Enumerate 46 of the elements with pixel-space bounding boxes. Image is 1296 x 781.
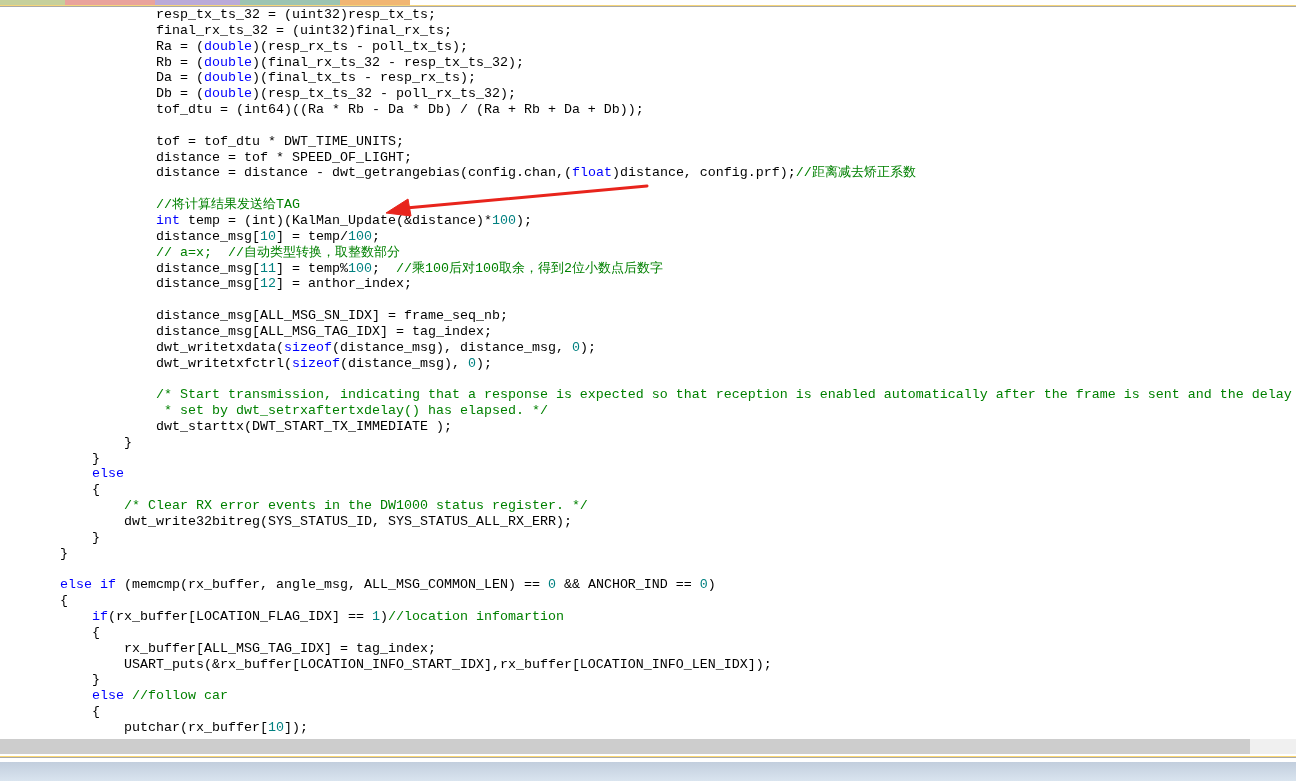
document-tab[interactable] bbox=[340, 0, 410, 5]
code-line: Rb = (double)(final_rx_ts_32 - resp_tx_ts_32); bbox=[154, 54, 525, 71]
code-line: distance_msg[11] = temp%100; //乘100后对100取余，得到2位小数点后数字 bbox=[154, 260, 664, 277]
code-line: final_rx_ts_32 = (uint32)final_rx_ts; bbox=[154, 22, 453, 39]
code-line: distance = distance - dwt_getrangebias(config.chan,(float)distance, config.prf);//距离减去矫正系数 bbox=[154, 165, 917, 182]
code-line: { bbox=[91, 624, 101, 641]
code-line: dwt_writetxdata(sizeof(distance_msg), distance_msg, 0); bbox=[154, 339, 597, 356]
code-line: Db = (double)(resp_tx_ts_32 - poll_rx_ts_32); bbox=[154, 86, 517, 103]
code-line: Ra = (double)(resp_rx_ts - poll_tx_ts); bbox=[154, 38, 469, 55]
code-line: tof_dtu = (int64)((Ra * Rb - Da * Db) / (Ra + Rb + Da + Db)); bbox=[154, 102, 645, 118]
code-line: /* Start transmission, indicating that a response is expected so that reception is enabled automatically after the frame is sent and the delay bbox=[154, 387, 1293, 404]
code-line: // a=x; //自动类型转换，取整数部分 bbox=[154, 244, 401, 261]
document-tab[interactable] bbox=[240, 0, 340, 5]
code-line: tof = tof_dtu * DWT_TIME_UNITS; bbox=[154, 133, 405, 150]
code-line: distance = tof * SPEED_OF_LIGHT; bbox=[154, 149, 413, 166]
code-line: distance_msg[10] = temp/100; bbox=[154, 228, 381, 245]
code-line: } bbox=[91, 450, 101, 467]
code-line: * set by dwt_setrxaftertxdelay() has elapsed. */ bbox=[162, 403, 549, 419]
code-line: distance_msg[ALL_MSG_TAG_IDX] = tag_index; bbox=[154, 323, 493, 340]
code-line: { bbox=[91, 704, 101, 720]
code-line: //将计算结果发送给TAG bbox=[154, 197, 301, 213]
code-line: dwt_write32bitreg(SYS_STATUS_ID, SYS_STATUS_ALL_RX_ERR); bbox=[122, 514, 573, 530]
code-line: distance_msg[ALL_MSG_SN_IDX] = frame_seq_nb; bbox=[154, 308, 509, 324]
code-line: dwt_writetxfctrl(sizeof(distance_msg), 0); bbox=[154, 355, 493, 372]
code-line: USART_puts(&rx_buffer[LOCATION_INFO_START_IDX],rx_buffer[LOCATION_INFO_LEN_IDX]); bbox=[122, 656, 773, 673]
code-line: { bbox=[59, 593, 69, 610]
document-tab[interactable] bbox=[0, 0, 65, 5]
code-line: dwt_starttx(DWT_START_TX_IMMEDIATE ); bbox=[154, 418, 453, 435]
code-line: if(rx_buffer[LOCATION_FLAG_IDX] == 1)//location infomartion bbox=[91, 609, 565, 625]
code-line: distance_msg[12] = anthor_index; bbox=[154, 276, 413, 293]
code-line: rx_buffer[ALL_MSG_TAG_IDX] = tag_index; bbox=[122, 640, 437, 657]
document-tab[interactable] bbox=[65, 0, 155, 5]
code-line: } bbox=[59, 545, 69, 562]
document-tab[interactable] bbox=[155, 0, 240, 5]
code-line: else if (memcmp(rx_buffer, angle_msg, ALL_MSG_COMMON_LEN) == 0 && ANCHOR_IND == 0) bbox=[59, 577, 717, 594]
code-line: Da = (double)(final_tx_ts - resp_rx_ts); bbox=[154, 70, 477, 87]
code-line: else //follow car bbox=[91, 688, 229, 705]
code-line: } bbox=[91, 529, 101, 546]
code-line: int temp = (int)(KalMan_Update(&distance)*100); bbox=[154, 212, 533, 229]
code-line: putchar(rx_buffer[10]); bbox=[122, 719, 309, 736]
code-line: } bbox=[122, 434, 133, 451]
code-line: else bbox=[91, 466, 125, 483]
code-line: { bbox=[91, 482, 101, 499]
code-line: } bbox=[91, 672, 101, 689]
code-line: /* Clear RX error events in the DW1000 status register. */ bbox=[122, 498, 589, 514]
code-line: resp_tx_ts_32 = (uint32)resp_tx_ts; bbox=[154, 7, 437, 23]
